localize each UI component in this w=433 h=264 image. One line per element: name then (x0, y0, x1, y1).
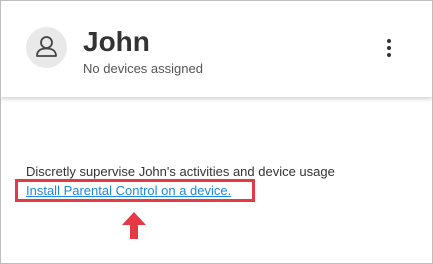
profile-header: John No devices assigned (1, 1, 432, 97)
profile-name: John (83, 26, 150, 57)
user-avatar-icon (26, 27, 67, 68)
more-vertical-icon[interactable] (379, 35, 399, 61)
install-parental-control-link[interactable]: Install Parental Control on a device. (26, 183, 231, 199)
supervise-description: Discretly supervise John's activities an… (26, 164, 335, 179)
up-arrow-icon (122, 212, 146, 239)
menu-dot (387, 39, 391, 43)
menu-dot (387, 46, 391, 50)
device-status: No devices assigned (83, 61, 203, 76)
menu-dot (387, 53, 391, 57)
profile-card: John No devices assigned Discretly super… (0, 0, 433, 264)
